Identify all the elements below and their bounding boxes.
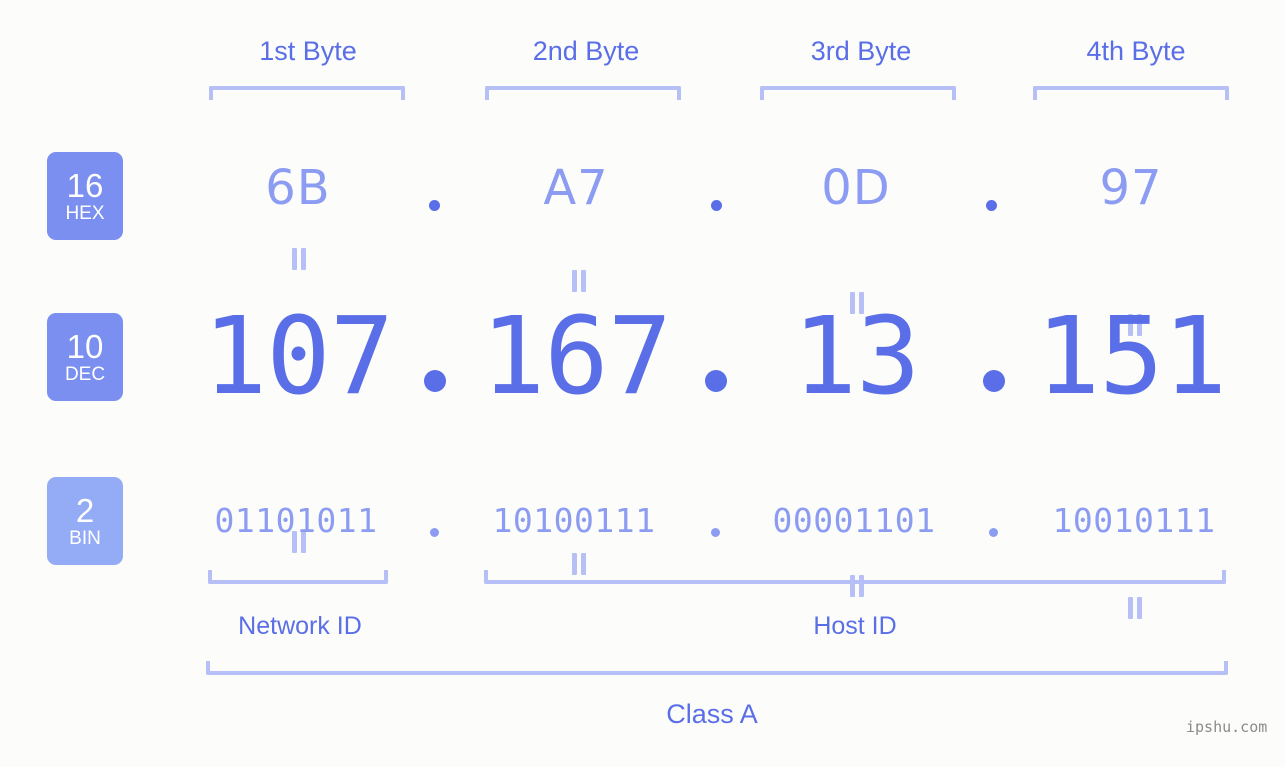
bin-separator-dot-2 (711, 528, 720, 537)
bin-separator-dot-1 (430, 528, 439, 537)
base-badge-dec: 10 DEC (47, 313, 123, 401)
base-badge-dec-number: 10 (66, 327, 104, 365)
base-badge-bin-number: 2 (75, 491, 95, 529)
dec-octet-3: 13 (792, 295, 921, 419)
watermark: ipshu.com (1186, 718, 1268, 736)
byte-bracket-4 (1033, 86, 1229, 100)
base-badge-bin: 2 BIN (47, 477, 123, 565)
bin-separator-dot-3 (989, 528, 998, 537)
network-id-label: Network ID (238, 612, 362, 640)
equals-icon-hex-dec-1 (290, 248, 308, 270)
byte-header-3: 3rd Byte (810, 36, 912, 66)
ip-address-diagram: 1st Byte 2nd Byte 3rd Byte 4th Byte 16 H… (0, 0, 1285, 767)
bin-octet-2: 10100111 (492, 501, 656, 540)
byte-bracket-2 (485, 86, 681, 100)
base-badge-hex-name: HEX (65, 202, 105, 224)
byte-header-1: 1st Byte (259, 36, 357, 66)
hex-octet-2: A7 (543, 160, 609, 216)
dec-separator-dot-1 (424, 370, 446, 392)
hex-separator-dot-1 (429, 200, 440, 211)
byte-header-2: 2nd Byte (532, 36, 640, 66)
class-bracket (206, 661, 1228, 675)
equals-icon-hex-dec-2 (570, 270, 588, 292)
class-label: Class A (666, 699, 758, 729)
dec-separator-dot-3 (983, 370, 1005, 392)
hex-octet-1: 6B (265, 160, 331, 216)
byte-bracket-3 (760, 86, 956, 100)
base-badge-hex-number: 16 (66, 166, 104, 204)
hex-octet-3: 0D (821, 160, 891, 216)
host-id-bracket (484, 570, 1226, 584)
hex-octet-4: 97 (1099, 160, 1163, 216)
hex-separator-dot-2 (711, 200, 722, 211)
host-id-label: Host ID (813, 612, 897, 640)
dec-octet-1: 107 (202, 295, 394, 419)
network-id-bracket (208, 570, 388, 584)
dec-separator-dot-2 (705, 370, 727, 392)
base-badge-dec-name: DEC (64, 363, 106, 385)
byte-bracket-1 (209, 86, 405, 100)
dec-octet-4: 151 (1035, 295, 1227, 419)
base-badge-hex: 16 HEX (47, 152, 123, 240)
bin-octet-4: 10010111 (1052, 501, 1216, 540)
hex-separator-dot-3 (986, 200, 997, 211)
bin-octet-1: 01101011 (214, 501, 378, 540)
byte-header-4: 4th Byte (1086, 36, 1186, 66)
bin-octet-3: 00001101 (772, 501, 936, 540)
base-badge-bin-name: BIN (69, 527, 101, 549)
dec-octet-2: 167 (480, 295, 672, 419)
equals-icon-dec-bin-4 (1126, 597, 1144, 619)
